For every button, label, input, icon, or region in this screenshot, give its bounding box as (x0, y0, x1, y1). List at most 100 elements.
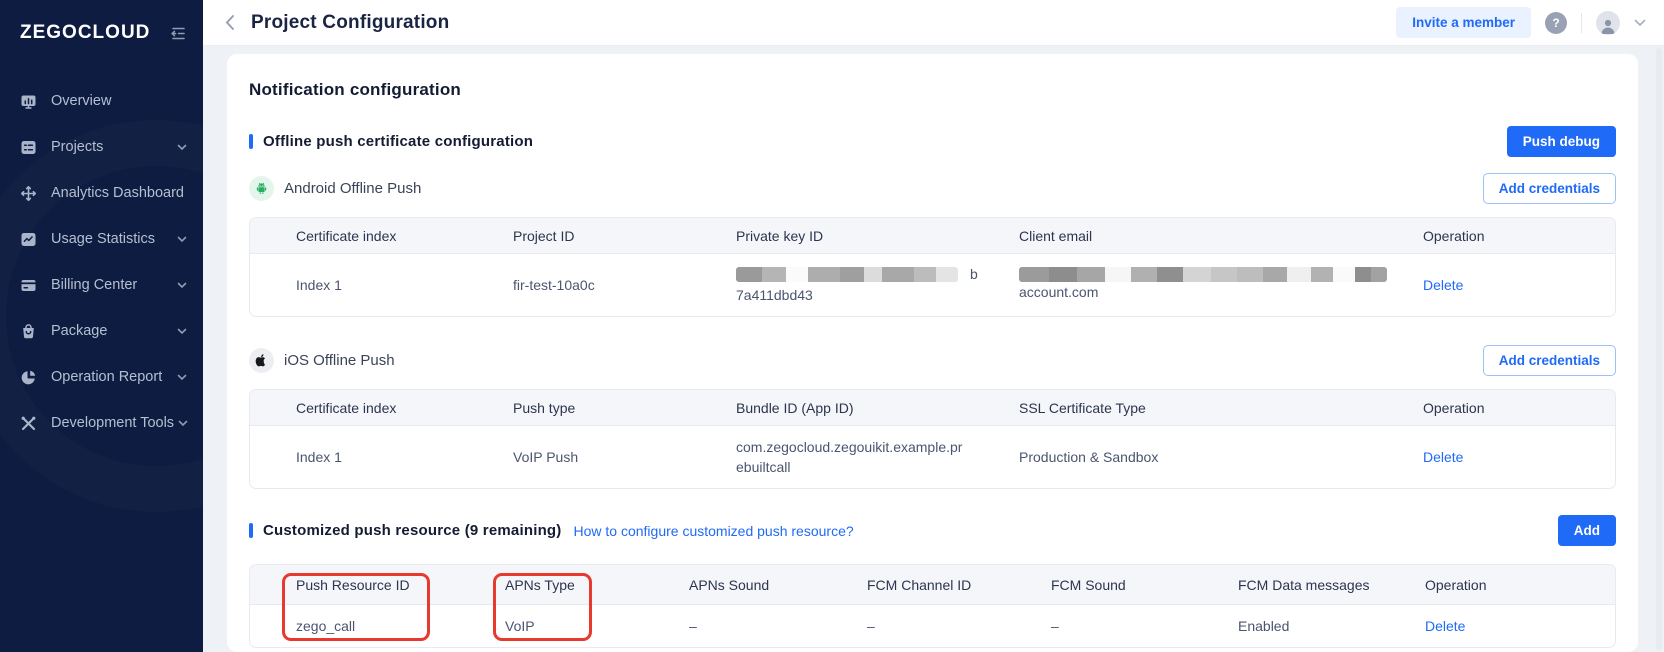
sidebar-item-label: Projects (51, 139, 173, 155)
android-offline-push-label: Android Offline Push (284, 180, 421, 197)
package-icon (20, 323, 37, 340)
cell-private-key-id: b 7a411dbd43 (736, 264, 1019, 306)
sidebar-item-label: Overview (51, 93, 187, 109)
col-certificate-index: Certificate index (296, 228, 513, 244)
col-operation: Operation (1425, 577, 1595, 593)
top-header: Project Configuration Invite a member ? (203, 0, 1664, 46)
billing-center-icon (20, 277, 37, 294)
customized-push-help-link[interactable]: How to configure customized push resourc… (574, 523, 854, 539)
cell-client-email: account.com (1019, 267, 1423, 303)
col-project-id: Project ID (513, 228, 736, 244)
redacted-private-key (736, 267, 958, 282)
scrollbar[interactable] (1656, 48, 1662, 650)
col-fcm-data-messages: FCM Data messages (1238, 577, 1425, 593)
col-apns-sound: APNs Sound (689, 577, 867, 593)
push-debug-button[interactable]: Push debug (1507, 126, 1616, 157)
sidebar-item-label: Package (51, 323, 173, 339)
sidebar-logo-row: ZEGOCLOUD (0, 0, 203, 64)
cell-apns-type: VoIP (505, 618, 689, 634)
cell-project-id: fir-test-10a0c (513, 277, 736, 293)
avatar[interactable] (1596, 11, 1620, 35)
ios-offline-push-label: iOS Offline Push (284, 352, 395, 369)
sidebar-item-label: Development Tools (51, 415, 174, 431)
overview-icon (20, 93, 37, 110)
chevron-down-icon (177, 374, 187, 381)
sidebar-nav: Overview Projects Analytics Dashboard (0, 78, 203, 446)
sidebar-item-usage-statistics[interactable]: Usage Statistics (0, 216, 203, 262)
ios-table-header: Certificate index Push type Bundle ID (A… (250, 390, 1615, 426)
chevron-down-icon (177, 282, 187, 289)
customized-delete-link[interactable]: Delete (1425, 618, 1595, 634)
android-push-table: Certificate index Project ID Private key… (249, 217, 1616, 317)
sidebar-item-development-tools[interactable]: Development Tools (0, 400, 203, 446)
cell-push-resource-id: zego_call (296, 618, 505, 634)
projects-icon (20, 139, 37, 156)
chevron-down-icon (177, 144, 187, 151)
ios-table-row: Index 1 VoIP Push com.zegocloud.zegouiki… (250, 426, 1615, 488)
customized-push-section-header: Customized push resource (9 remaining) H… (249, 515, 1616, 546)
section-heading: Notification configuration (249, 80, 1616, 100)
sidebar-item-analytics-dashboard[interactable]: Analytics Dashboard (0, 170, 203, 216)
section-accent-bar (249, 134, 253, 149)
col-private-key-id: Private key ID (736, 228, 1019, 244)
android-icon (249, 176, 274, 201)
sidebar-item-label: Operation Report (51, 369, 173, 385)
analytics-dashboard-icon (20, 185, 37, 202)
col-certificate-index: Certificate index (296, 400, 513, 416)
col-client-email: Client email (1019, 228, 1423, 244)
notification-config-card: Notification configuration Offline push … (227, 54, 1638, 652)
usage-statistics-icon (20, 231, 37, 248)
customized-table-header: Push Resource ID APNs Type APNs Sound FC… (250, 565, 1615, 605)
cell-fcm-data-messages: Enabled (1238, 618, 1425, 634)
app-root: ZEGOCLOUD Overview Projects (0, 0, 1664, 652)
section-accent-bar (249, 523, 253, 538)
sidebar-item-projects[interactable]: Projects (0, 124, 203, 170)
redacted-client-email (1019, 267, 1387, 282)
col-ssl-certificate-type: SSL Certificate Type (1019, 400, 1423, 416)
android-table-header: Certificate index Project ID Private key… (250, 218, 1615, 254)
sidebar-item-label: Analytics Dashboard (51, 185, 187, 201)
col-operation: Operation (1423, 228, 1595, 244)
sidebar-item-operation-report[interactable]: Operation Report (0, 354, 203, 400)
sidebar-item-package[interactable]: Package (0, 308, 203, 354)
ios-add-credentials-button[interactable]: Add credentials (1483, 345, 1616, 376)
customized-table-row: zego_call VoIP – – – Enabled Delete (250, 605, 1615, 647)
back-button[interactable] (225, 14, 235, 31)
ios-delete-link[interactable]: Delete (1423, 449, 1595, 465)
customized-push-section-title: Customized push resource (9 remaining) (263, 522, 562, 539)
col-push-resource-id: Push Resource ID (296, 577, 505, 593)
zegocloud-logo[interactable]: ZEGOCLOUD (20, 22, 150, 44)
android-table-row: Index 1 fir-test-10a0c b 7a411dbd43 acco… (250, 254, 1615, 316)
android-add-credentials-button[interactable]: Add credentials (1483, 173, 1616, 204)
cell-push-type: VoIP Push (513, 449, 736, 465)
offline-push-section-title: Offline push certificate configuration (263, 133, 533, 150)
chevron-down-icon (178, 420, 188, 427)
sidebar-item-label: Usage Statistics (51, 231, 173, 247)
customized-push-table: Push Resource ID APNs Type APNs Sound FC… (249, 564, 1616, 648)
sidebar-item-billing-center[interactable]: Billing Center (0, 262, 203, 308)
sidebar-item-label: Billing Center (51, 277, 173, 293)
cell-apns-sound: – (689, 618, 867, 634)
col-apns-type: APNs Type (505, 577, 689, 593)
chevron-down-icon (177, 236, 187, 243)
cell-certificate-index: Index 1 (296, 449, 513, 465)
cell-certificate-index: Index 1 (296, 277, 513, 293)
add-push-resource-button[interactable]: Add (1558, 515, 1616, 546)
sidebar-item-overview[interactable]: Overview (0, 78, 203, 124)
help-icon[interactable]: ? (1545, 12, 1567, 34)
android-delete-link[interactable]: Delete (1423, 277, 1595, 293)
col-fcm-sound: FCM Sound (1051, 577, 1238, 593)
collapse-sidebar-icon[interactable] (170, 25, 187, 42)
col-push-type: Push type (513, 400, 736, 416)
content-area: Notification configuration Offline push … (203, 46, 1664, 652)
android-offline-push-row: Android Offline Push Add credentials (249, 173, 1616, 204)
invite-member-button[interactable]: Invite a member (1396, 7, 1531, 38)
cell-bundle-id: com.zegocloud.zegouikit.example.prebuilt… (736, 437, 966, 478)
col-bundle-id: Bundle ID (App ID) (736, 400, 1019, 416)
account-chevron-down-icon[interactable] (1634, 19, 1646, 27)
offline-push-section-header: Offline push certificate configuration P… (249, 126, 1616, 157)
ios-push-table: Certificate index Push type Bundle ID (A… (249, 389, 1616, 489)
header-divider (1581, 13, 1582, 33)
ios-offline-push-row: iOS Offline Push Add credentials (249, 345, 1616, 376)
sidebar: ZEGOCLOUD Overview Projects (0, 0, 203, 652)
